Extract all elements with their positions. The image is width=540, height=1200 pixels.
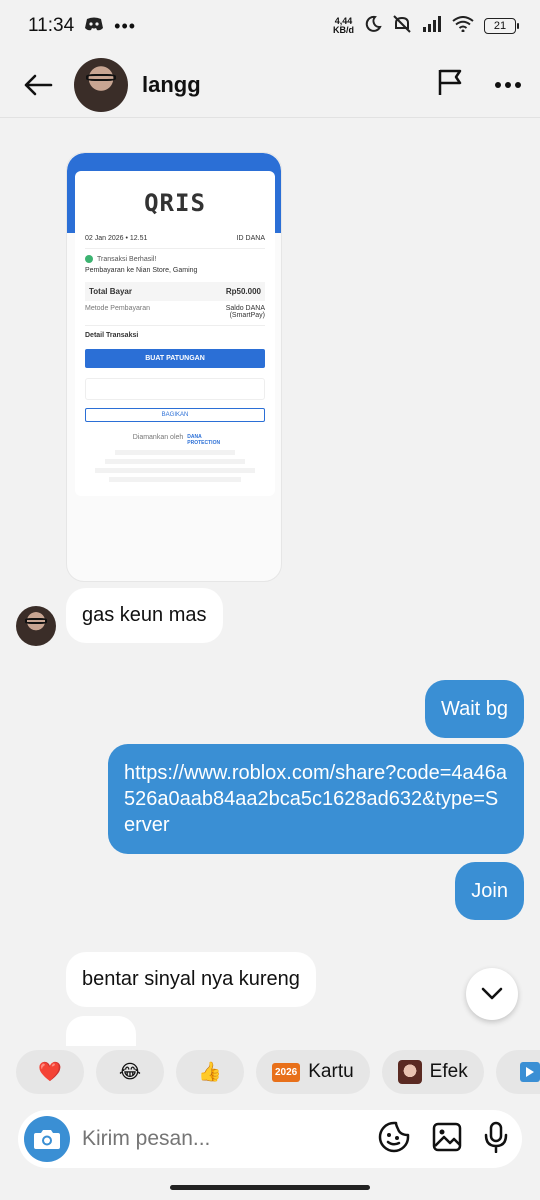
moon-icon	[364, 15, 382, 38]
image-message-receipt[interactable]: QRIS 02 Jan 2026 • 12.51 ID DANA Transak…	[66, 152, 282, 582]
thumbs-up-emoji: 👍	[198, 1062, 222, 1083]
receipt-status: Transaksi Berhasil!	[97, 255, 157, 263]
sticker-icon[interactable]	[378, 1121, 410, 1158]
mute-icon	[392, 14, 412, 39]
contact-name[interactable]: langg	[142, 72, 201, 98]
message-incoming-partial	[66, 1016, 136, 1046]
quick-reply-joy[interactable]: 😂	[96, 1050, 164, 1094]
discord-icon	[84, 16, 104, 37]
method-label: Metode Pembayaran	[85, 305, 150, 312]
heart-emoji: ❤️	[38, 1062, 62, 1083]
flag-icon[interactable]	[436, 67, 464, 102]
status-time: 11:34	[28, 15, 75, 36]
camera-button[interactable]	[24, 1116, 70, 1162]
efek-label: Efek	[429, 1061, 468, 1082]
message-outgoing[interactable]: Wait bg	[424, 680, 524, 738]
2026-badge-icon: 2026	[272, 1062, 301, 1082]
effect-thumbnail-icon	[397, 1060, 422, 1084]
quick-reply-thumbs-up[interactable]: 👍	[176, 1050, 244, 1094]
arrow-left-icon	[24, 74, 53, 95]
sender-avatar[interactable]	[16, 606, 56, 646]
network-speed: 4,44 KB/d	[333, 16, 354, 35]
kartu-label: Kartu	[308, 1061, 354, 1082]
scroll-to-bottom-button[interactable]	[466, 968, 518, 1020]
receipt-merchant: Pembayaran ke Nian Store, Gaming	[85, 267, 198, 274]
back-button[interactable]	[18, 65, 58, 105]
quick-reply-video[interactable]	[495, 1050, 540, 1094]
message-composer	[18, 1110, 522, 1168]
dana-protection: DANA PROTECTION	[187, 434, 221, 446]
loading-box	[85, 378, 265, 400]
message-outgoing-link[interactable]: https://www.roblox.com/share?code=4a46a5…	[108, 744, 524, 854]
battery-indicator: 21	[484, 18, 519, 34]
check-icon	[85, 255, 93, 263]
more-options-icon[interactable]	[494, 76, 522, 94]
share-button: BAGIKAN	[85, 408, 265, 422]
quick-reply-efek[interactable]: Efek	[381, 1050, 484, 1094]
message-input[interactable]	[82, 1127, 378, 1151]
contact-avatar[interactable]	[74, 57, 128, 112]
receipt-fine-print	[85, 450, 265, 482]
chat-header: langg	[0, 52, 540, 118]
microphone-icon[interactable]	[484, 1121, 508, 1158]
status-bar: 11:34 ••• 4,44 KB/d 21	[0, 0, 540, 52]
message-incoming[interactable]: gas keun mas	[66, 588, 223, 643]
more-notifications-icon: •••	[114, 15, 137, 36]
home-indicator	[170, 1185, 370, 1190]
receipt-card: QRIS 02 Jan 2026 • 12.51 ID DANA Transak…	[75, 171, 275, 496]
joy-emoji: 😂	[118, 1061, 142, 1083]
quick-reply-kartu[interactable]: 2026 Kartu	[256, 1050, 370, 1094]
message-incoming[interactable]: bentar sinyal nya kureng	[66, 952, 316, 1007]
receipt-id-label: ID DANA	[236, 235, 265, 242]
chevron-down-icon	[481, 987, 503, 1000]
detail-label: Detail Transaksi	[85, 332, 139, 339]
camera-icon	[34, 1130, 60, 1149]
patungan-button: BUAT PATUNGAN	[85, 349, 265, 368]
signal-icon	[422, 15, 442, 37]
play-icon	[519, 1062, 540, 1082]
wifi-icon	[452, 15, 474, 37]
quick-reply-bar: ❤️ 😂 👍 2026 Kartu Efek	[16, 1050, 540, 1094]
total-label: Total Bayar	[89, 287, 132, 296]
method-value: Saldo DANA (SmartPay)	[225, 305, 265, 319]
receipt-date: 02 Jan 2026 • 12.51	[85, 235, 148, 242]
qris-logo: QRIS	[144, 189, 206, 217]
secured-by: Diamankan oleh	[132, 434, 184, 441]
message-outgoing[interactable]: Join	[455, 862, 524, 920]
gallery-icon[interactable]	[432, 1122, 462, 1157]
quick-reply-heart[interactable]: ❤️	[16, 1050, 84, 1094]
total-value: Rp50.000	[225, 287, 261, 296]
